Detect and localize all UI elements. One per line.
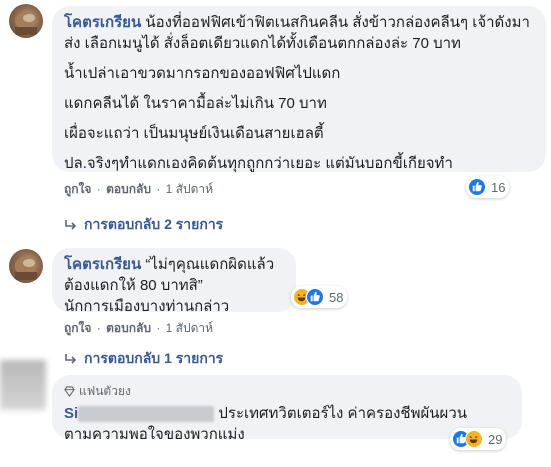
reaction-summary[interactable]: 58 <box>291 286 348 308</box>
reply-arrow-icon <box>65 354 77 364</box>
view-replies-label: การตอบกลับ 1 รายการ <box>84 350 224 366</box>
top-fan-badge: แฟนตัวยง <box>64 381 510 402</box>
reaction-count: 29 <box>488 431 503 447</box>
comment-bubble: โคตรเกรียน น้องที่ออฟฟิศเข้าฟิตเนสกินคลี… <box>52 6 546 172</box>
view-replies-label: การตอบกลับ 2 รายการ <box>84 216 224 232</box>
comment-text-5: ปล.จริงๆทำแดกเองคิดต้นทุกถูกกว่าเยอะ แต่… <box>64 155 453 172</box>
comment-author[interactable]: Si <box>64 405 78 422</box>
comment-bubble: โคตรเกรียน “ไม่ๆคุณแดกผิดแล้ว ต้องแดกให้… <box>52 248 296 315</box>
avatar[interactable] <box>0 360 46 410</box>
timestamp[interactable]: 1 สัปดาห์ <box>166 182 213 196</box>
comment-text: Si ประเทศทวิตเตอร์ไง ค่าครองชีพผันผวน <box>64 405 468 423</box>
like-icon <box>306 288 324 306</box>
reaction-summary[interactable]: 29 <box>450 428 507 450</box>
diamond-icon <box>64 386 75 397</box>
comment-text-1: โคตรเกรียน น้องที่ออฟฟิศเข้าฟิตเนสกินคลี… <box>64 14 530 52</box>
comment-actions: ถูกใจ · ตอบกลับ · 1 สัปดาห์ <box>64 321 214 335</box>
reaction-count: 16 <box>491 179 506 195</box>
reply-arrow-icon <box>65 220 77 230</box>
comment-author[interactable]: โคตรเกรียน <box>64 14 141 31</box>
view-replies-link[interactable]: การตอบกลับ 2 รายการ <box>64 214 223 236</box>
comment-text-4: เผื่อจะแถว่า เป็นมนุษย์เงินเดือนสายเฮลตี… <box>64 125 324 142</box>
avatar[interactable] <box>9 4 43 38</box>
reply-link[interactable]: ตอบกลับ <box>106 182 151 196</box>
like-link[interactable]: ถูกใจ <box>64 182 91 196</box>
like-icon <box>468 178 486 196</box>
like-link[interactable]: ถูกใจ <box>64 321 91 335</box>
comment-text-2: ตามความพอใจของพวกแม่ง <box>64 426 245 443</box>
comment-text-3: แดกคลีนได้ ในราคามื้อล่ะไม่เกิน 70 บาท <box>64 95 327 112</box>
comment-author[interactable]: โคตรเกรียน <box>64 256 141 273</box>
reply-link[interactable]: ตอบกลับ <box>106 321 151 335</box>
comment-text-2: นักการเมืองบางท่านกล่าว <box>64 298 230 315</box>
comment-actions: ถูกใจ · ตอบกลับ · 1 สัปดาห์ <box>64 182 214 196</box>
reaction-summary[interactable]: 16 <box>466 176 510 198</box>
comment-text: โคตรเกรียน “ไม่ๆคุณแดกผิดแล้ว ต้องแดกให้… <box>64 256 275 294</box>
timestamp[interactable]: 1 สัปดาห์ <box>166 321 213 335</box>
reaction-count: 58 <box>329 289 344 305</box>
comment-text-2: น้ำเปล่าเอาขวดมากรอกของออฟฟิศไปแดก <box>64 65 341 82</box>
haha-icon <box>465 430 483 448</box>
comment-bubble: แฟนตัวยง Si ประเทศทวิตเตอร์ไง ค่าครองชีพ… <box>52 375 522 443</box>
redacted-name <box>78 406 215 423</box>
avatar[interactable] <box>9 249 43 283</box>
view-replies-link[interactable]: การตอบกลับ 1 รายการ <box>64 348 223 370</box>
